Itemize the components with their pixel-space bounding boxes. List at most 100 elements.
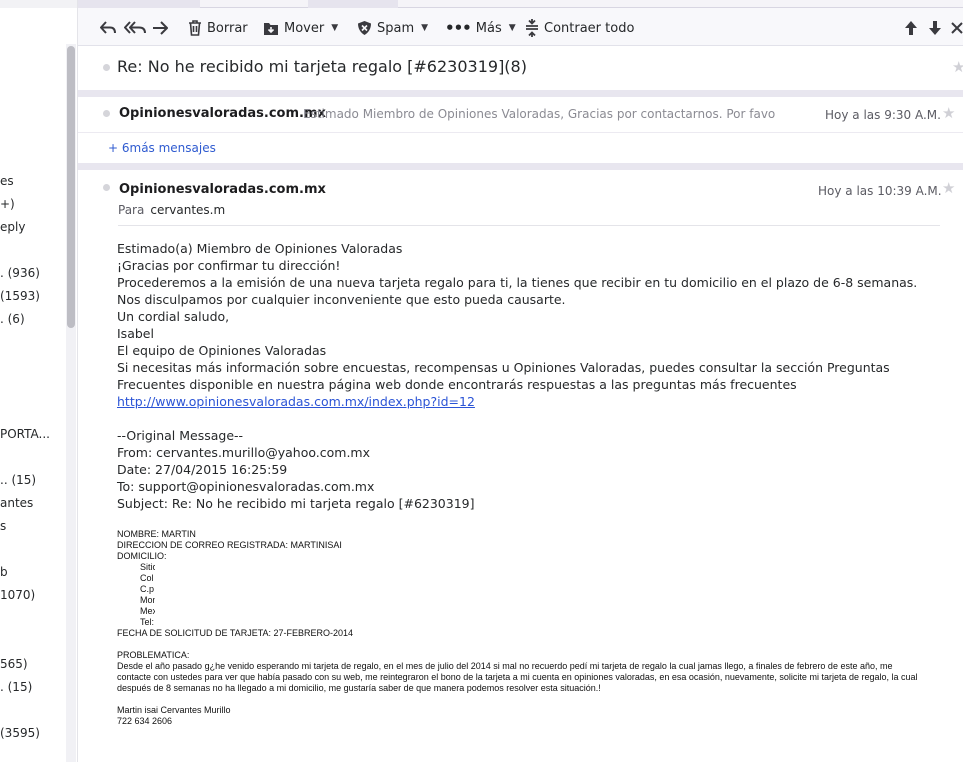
more-messages-link[interactable]: + 6más mensajes: [108, 141, 216, 155]
body-line: Procederemos a la emisión de una nueva t…: [117, 275, 918, 307]
collapsed-message[interactable]: Opinionesvaloradas.com.mx Estimado Miemb…: [78, 98, 963, 132]
body-line: Un cordial saludo,: [117, 309, 230, 324]
body-line: El equipo de Opiniones Valoradas: [117, 343, 327, 358]
sidebar-top-strip: [0, 0, 77, 8]
sidebar-item[interactable]: . (936): [0, 266, 40, 280]
read-indicator-dot[interactable]: [103, 184, 110, 191]
quoted-line: FECHA DE SOLICITUD DE TARJETA: 27-FEBRER…: [117, 628, 354, 638]
message-snippet: Estimado Miembro de Opiniones Valoradas,…: [303, 107, 775, 121]
reply-button[interactable]: [100, 18, 116, 38]
faq-link[interactable]: http://www.opinionesvaloradas.com.mx/ind…: [117, 394, 475, 409]
sidebar-item[interactable]: b: [0, 565, 8, 579]
body-line: ¡Gracias por confirmar tu dirección!: [117, 258, 341, 273]
quoted-subline: Mex: [140, 606, 155, 616]
quoted-line: DOMICILIO:: [117, 551, 167, 561]
collapse-all-button[interactable]: Contraer todo: [525, 18, 634, 38]
sidebar-item[interactable]: s: [0, 519, 6, 533]
close-button[interactable]: [951, 18, 963, 38]
quoted-subline: C.p: [140, 584, 155, 594]
delete-label: Borrar: [207, 20, 248, 36]
signature-name: Martin isai Cervantes Murillo: [117, 705, 231, 715]
reply-icon: [100, 21, 116, 34]
to-label: Para: [118, 203, 145, 217]
sidebar-item[interactable]: 1070): [0, 588, 35, 602]
tab[interactable]: [78, 0, 200, 8]
quoted-form: NOMBRE: MARTIN DIRECCION DE CORREO REGIS…: [117, 529, 927, 727]
move-label: Mover: [284, 20, 325, 36]
sidebar-item[interactable]: (3595): [0, 726, 40, 740]
message-separator: [78, 90, 963, 97]
sidebar-item[interactable]: . (15): [0, 680, 32, 694]
quoted-paragraph: Desde el año pasado g¿he venido esperand…: [117, 661, 918, 693]
sidebar-item[interactable]: eply: [0, 220, 25, 234]
body-line: Si necesitas más información sobre encue…: [117, 360, 890, 392]
spam-label: Spam: [377, 20, 415, 36]
tab[interactable]: [308, 0, 398, 8]
quoted-spacer: [117, 694, 927, 705]
quoted-line: DIRECCION DE CORREO REGISTRADA: MARTINIS…: [117, 540, 342, 550]
spam-shield-icon: [358, 21, 371, 35]
read-indicator-dot[interactable]: [103, 110, 110, 117]
sidebar-item[interactable]: PORTA...: [0, 427, 50, 441]
quoted-line: NOMBRE: MARTIN: [117, 529, 196, 539]
forward-button[interactable]: [152, 18, 168, 38]
more-label: Más: [475, 20, 502, 36]
expanded-message: Opinionesvaloradas.com.mx Hoy a las 10:3…: [78, 172, 963, 762]
signature-phone: 722 634 2606: [117, 716, 173, 726]
sidebar-scrollbar-thumb[interactable]: [67, 46, 75, 328]
sidebar-item[interactable]: antes: [0, 496, 33, 510]
recipient-address[interactable]: cervantes.m: [150, 203, 225, 217]
chevron-down-icon: ▼: [508, 23, 516, 33]
arrow-up-icon: [905, 21, 917, 35]
quoted-line: PROBLEMATICA:: [117, 650, 190, 660]
message-time: Hoy a las 10:39 A.M.: [818, 184, 942, 198]
conversation-subject: Re: No he recibido mi tarjeta regalo [#6…: [78, 46, 963, 90]
original-message-header: --Original Message--: [117, 428, 244, 443]
previous-message-button[interactable]: [904, 18, 918, 38]
sidebar-item[interactable]: 565): [0, 657, 28, 671]
original-date: Date: 27/04/2015 16:25:59: [117, 462, 288, 477]
delete-button[interactable]: Borrar: [188, 18, 248, 38]
message-sender: Opinionesvaloradas.com.mx: [119, 106, 326, 121]
sidebar-item[interactable]: es: [0, 174, 14, 188]
quoted-subline: Mon: [140, 595, 155, 605]
original-subject: Subject: Re: No he recibido mi tarjeta r…: [117, 496, 475, 511]
read-indicator-dot[interactable]: [103, 64, 110, 71]
message-time: Hoy a las 9:30 A.M.: [825, 108, 941, 122]
star-icon[interactable]: ★: [942, 179, 955, 197]
original-from: From: cervantes.murillo@yahoo.com.mx: [117, 445, 370, 460]
quoted-subline: Col: [140, 573, 154, 583]
subject-title: Re: No he recibido mi tarjeta regalo [#6…: [117, 57, 527, 76]
message-toolbar: Borrar Mover ▼ Spam ▼ ••• Más ▼ Contraer…: [78, 8, 963, 46]
sidebar-item[interactable]: . (6): [0, 312, 25, 326]
collapse-icon: [526, 19, 538, 37]
next-message-button[interactable]: [928, 18, 942, 38]
quoted-subline: Sitio: [140, 562, 155, 572]
message-sender[interactable]: Opinionesvaloradas.com.mx: [119, 182, 326, 197]
sidebar-item[interactable]: .. (15): [0, 473, 36, 487]
recipient-line: Para cervantes.m: [118, 203, 225, 217]
trash-icon: [189, 20, 201, 36]
header-divider: [118, 225, 940, 226]
star-icon[interactable]: ★: [942, 104, 955, 122]
message-separator: [78, 132, 963, 133]
body-line: Estimado(a) Miembro de Opiniones Valorad…: [117, 241, 403, 256]
chevron-down-icon: ▼: [331, 23, 339, 33]
forward-icon: [153, 21, 168, 35]
reply-all-button[interactable]: [124, 18, 146, 38]
spam-button[interactable]: Spam ▼: [357, 18, 428, 38]
collapse-label: Contraer todo: [544, 20, 635, 36]
folder-move-icon: [264, 22, 278, 35]
reply-all-icon: [124, 21, 146, 34]
move-button[interactable]: Mover ▼: [263, 18, 338, 38]
chevron-down-icon: ▼: [421, 23, 429, 33]
folder-sidebar: es +) eply . (936) (1593) . (6) PORTA...…: [0, 0, 78, 762]
more-button[interactable]: ••• Más ▼: [445, 18, 516, 38]
sidebar-item[interactable]: +): [0, 197, 15, 211]
message-body: Estimado(a) Miembro de Opiniones Valorad…: [117, 240, 927, 512]
message-separator: [78, 163, 963, 170]
tab-strip: [78, 0, 963, 8]
star-icon[interactable]: ★: [952, 58, 963, 76]
sidebar-item[interactable]: (1593): [0, 289, 40, 303]
